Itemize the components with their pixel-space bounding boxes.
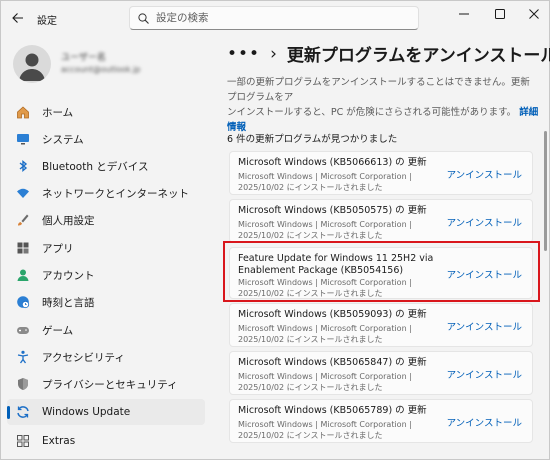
person-avatar-icon	[19, 53, 45, 81]
sidebar-item-accessibility[interactable]: アクセシビリティ	[7, 344, 205, 370]
active-indicator	[7, 406, 10, 419]
maximize-icon	[495, 9, 505, 19]
update-item: Microsoft Windows (KB5059093) の 更新 Micro…	[229, 303, 533, 347]
update-item: Microsoft Windows (KB5065789) の 更新 Micro…	[229, 399, 533, 443]
minimize-button[interactable]	[449, 1, 479, 27]
sidebar-item-apps[interactable]: アプリ	[7, 235, 205, 261]
minimize-icon	[459, 13, 469, 15]
update-count: 6 件の更新プログラムが見つかりました	[227, 134, 398, 145]
uninstall-button[interactable]: アンインストール	[447, 167, 522, 181]
highlight-box	[223, 241, 540, 302]
brush-icon	[15, 212, 31, 228]
wifi-icon	[15, 185, 31, 201]
search-icon	[138, 12, 149, 24]
search-input[interactable]	[156, 12, 406, 24]
uninstall-button[interactable]: アンインストール	[447, 215, 522, 229]
sidebar-item-windows-update[interactable]: Windows Update	[7, 399, 205, 425]
close-icon	[529, 9, 539, 19]
page-description: 一部の更新プログラムをアンインストールすることはできません。更新プログラムをア …	[227, 77, 539, 133]
sync-icon	[15, 404, 31, 420]
sidebar-item-time-language[interactable]: 時刻と言語	[7, 289, 205, 315]
back-button[interactable]	[7, 7, 29, 29]
update-installed-date: 2025/10/02 にインストールされました	[238, 383, 383, 392]
update-publisher: Microsoft Windows | Microsoft Corporatio…	[238, 372, 412, 381]
update-publisher: Microsoft Windows | Microsoft Corporatio…	[238, 420, 412, 429]
update-name: Microsoft Windows (KB5059093) の 更新	[238, 309, 427, 320]
search-box[interactable]	[129, 6, 419, 30]
page-title: 更新プログラムをアンインストールす	[286, 46, 550, 66]
uninstall-button[interactable]: アンインストール	[447, 367, 522, 381]
title-bar: 設定	[1, 1, 550, 35]
home-icon	[15, 104, 31, 120]
update-item: Microsoft Windows (KB5050575) の 更新 Micro…	[229, 199, 533, 243]
update-installed-date: 2025/10/02 にインストールされました	[238, 431, 383, 440]
globe-clock-icon	[15, 294, 31, 310]
update-name: Microsoft Windows (KB5066613) の 更新	[238, 157, 427, 168]
update-publisher: Microsoft Windows | Microsoft Corporatio…	[238, 324, 412, 333]
settings-window: 設定 ユーザー名 account@outlook.jp ホ	[0, 0, 550, 460]
sidebar-item-extras[interactable]: Extras	[7, 428, 205, 454]
sidebar-item-privacy-security[interactable]: プライバシーとセキュリティ	[7, 371, 205, 397]
sidebar-item-network[interactable]: ネットワークとインターネット	[7, 180, 205, 206]
update-item: Microsoft Windows (KB5065847) の 更新 Micro…	[229, 351, 533, 395]
update-item: Microsoft Windows (KB5066613) の 更新 Micro…	[229, 151, 533, 195]
bluetooth-icon	[15, 158, 31, 174]
update-name: Microsoft Windows (KB5050575) の 更新	[238, 205, 427, 216]
sidebar-item-accounts[interactable]: アカウント	[7, 262, 205, 288]
update-installed-date: 2025/10/02 にインストールされました	[238, 335, 383, 344]
update-installed-date: 2025/10/02 にインストールされました	[238, 231, 383, 240]
sidebar-item-system[interactable]: システム	[7, 126, 205, 152]
arrow-left-icon	[12, 13, 23, 23]
scrollbar-thumb[interactable]	[544, 131, 547, 251]
sidebar-item-home[interactable]: ホーム	[7, 99, 205, 125]
sidebar-item-personalization[interactable]: 個人用設定	[7, 207, 205, 233]
maximize-button[interactable]	[485, 1, 515, 27]
sidebar-item-gaming[interactable]: ゲーム	[7, 317, 205, 343]
update-installed-date: 2025/10/02 にインストールされました	[238, 183, 383, 192]
user-email: account@outlook.jp	[61, 65, 141, 74]
update-name: Microsoft Windows (KB5065789) の 更新	[238, 405, 427, 416]
chevron-right-icon: ›	[270, 43, 277, 64]
update-publisher: Microsoft Windows | Microsoft Corporatio…	[238, 172, 412, 181]
shield-icon	[15, 376, 31, 392]
apps-icon	[15, 240, 31, 256]
app-title: 設定	[37, 16, 57, 27]
gamepad-icon	[15, 322, 31, 338]
uninstall-button[interactable]: アンインストール	[447, 319, 522, 333]
close-button[interactable]	[519, 1, 549, 27]
uninstall-button[interactable]: アンインストール	[447, 415, 522, 429]
person-icon	[15, 267, 31, 283]
sidebar-item-bluetooth[interactable]: Bluetooth とデバイス	[7, 153, 205, 179]
grid-icon	[15, 433, 31, 449]
breadcrumb-more-button[interactable]: •••	[227, 44, 260, 64]
update-publisher: Microsoft Windows | Microsoft Corporatio…	[238, 220, 412, 229]
update-name: Microsoft Windows (KB5065847) の 更新	[238, 357, 427, 368]
user-name: ユーザー名	[61, 53, 106, 63]
accessibility-icon	[15, 349, 31, 365]
monitor-icon	[15, 131, 31, 147]
avatar[interactable]	[13, 45, 51, 83]
breadcrumb: ••• › 更新プログラムをアンインストールす	[227, 41, 550, 67]
